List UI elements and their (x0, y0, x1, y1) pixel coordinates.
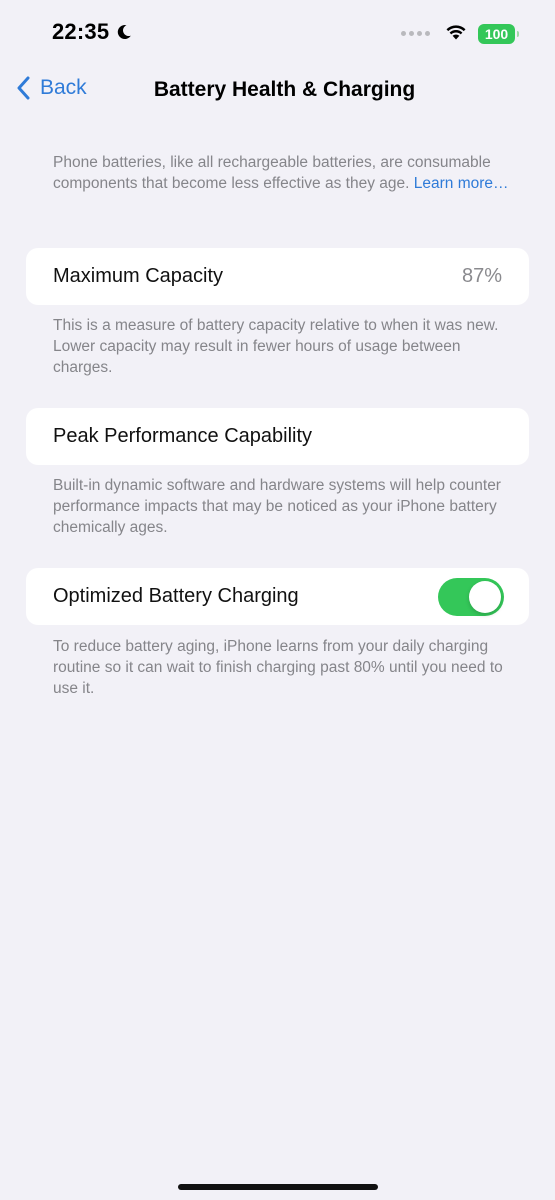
maximum-capacity-value: 87% (461, 265, 502, 287)
moon-icon (115, 23, 133, 41)
status-time-group: 22:35 (52, 19, 133, 45)
cellular-signal-icon (401, 31, 430, 36)
learn-more-link[interactable]: Learn more… (414, 175, 509, 192)
battery-nub (517, 30, 519, 37)
home-indicator[interactable] (178, 1184, 378, 1190)
optimized-charging-label: Optimized Battery Charging (53, 585, 299, 607)
maximum-capacity-footnote: This is a measure of battery capacity re… (53, 317, 499, 376)
battery-icon: 100 (478, 23, 519, 44)
maximum-capacity-row: Maximum Capacity 87% (26, 248, 529, 305)
page-title: Battery Health & Charging (153, 78, 416, 101)
optimized-charging-toggle[interactable] (438, 577, 504, 616)
toggle-knob (469, 580, 501, 613)
wifi-icon (444, 22, 468, 45)
status-time: 22:35 (52, 19, 110, 44)
peak-performance-row[interactable]: Peak Performance Capability (26, 408, 529, 465)
optimized-charging-row: Optimized Battery Charging (26, 568, 529, 625)
status-bar: 22:35 100 (0, 0, 555, 66)
intro-description: Phone batteries, like all rechargeable b… (53, 152, 513, 194)
maximum-capacity-label: Maximum Capacity (53, 265, 224, 287)
peak-performance-footnote: Built-in dynamic software and hardware s… (53, 477, 501, 536)
peak-performance-label: Peak Performance Capability (53, 425, 313, 447)
optimized-charging-footnote: To reduce battery aging, iPhone learns f… (53, 638, 503, 697)
navigation-bar: Back Battery Health & Charging (0, 66, 555, 116)
battery-level: 100 (484, 25, 509, 42)
status-indicators: 100 (401, 22, 519, 45)
